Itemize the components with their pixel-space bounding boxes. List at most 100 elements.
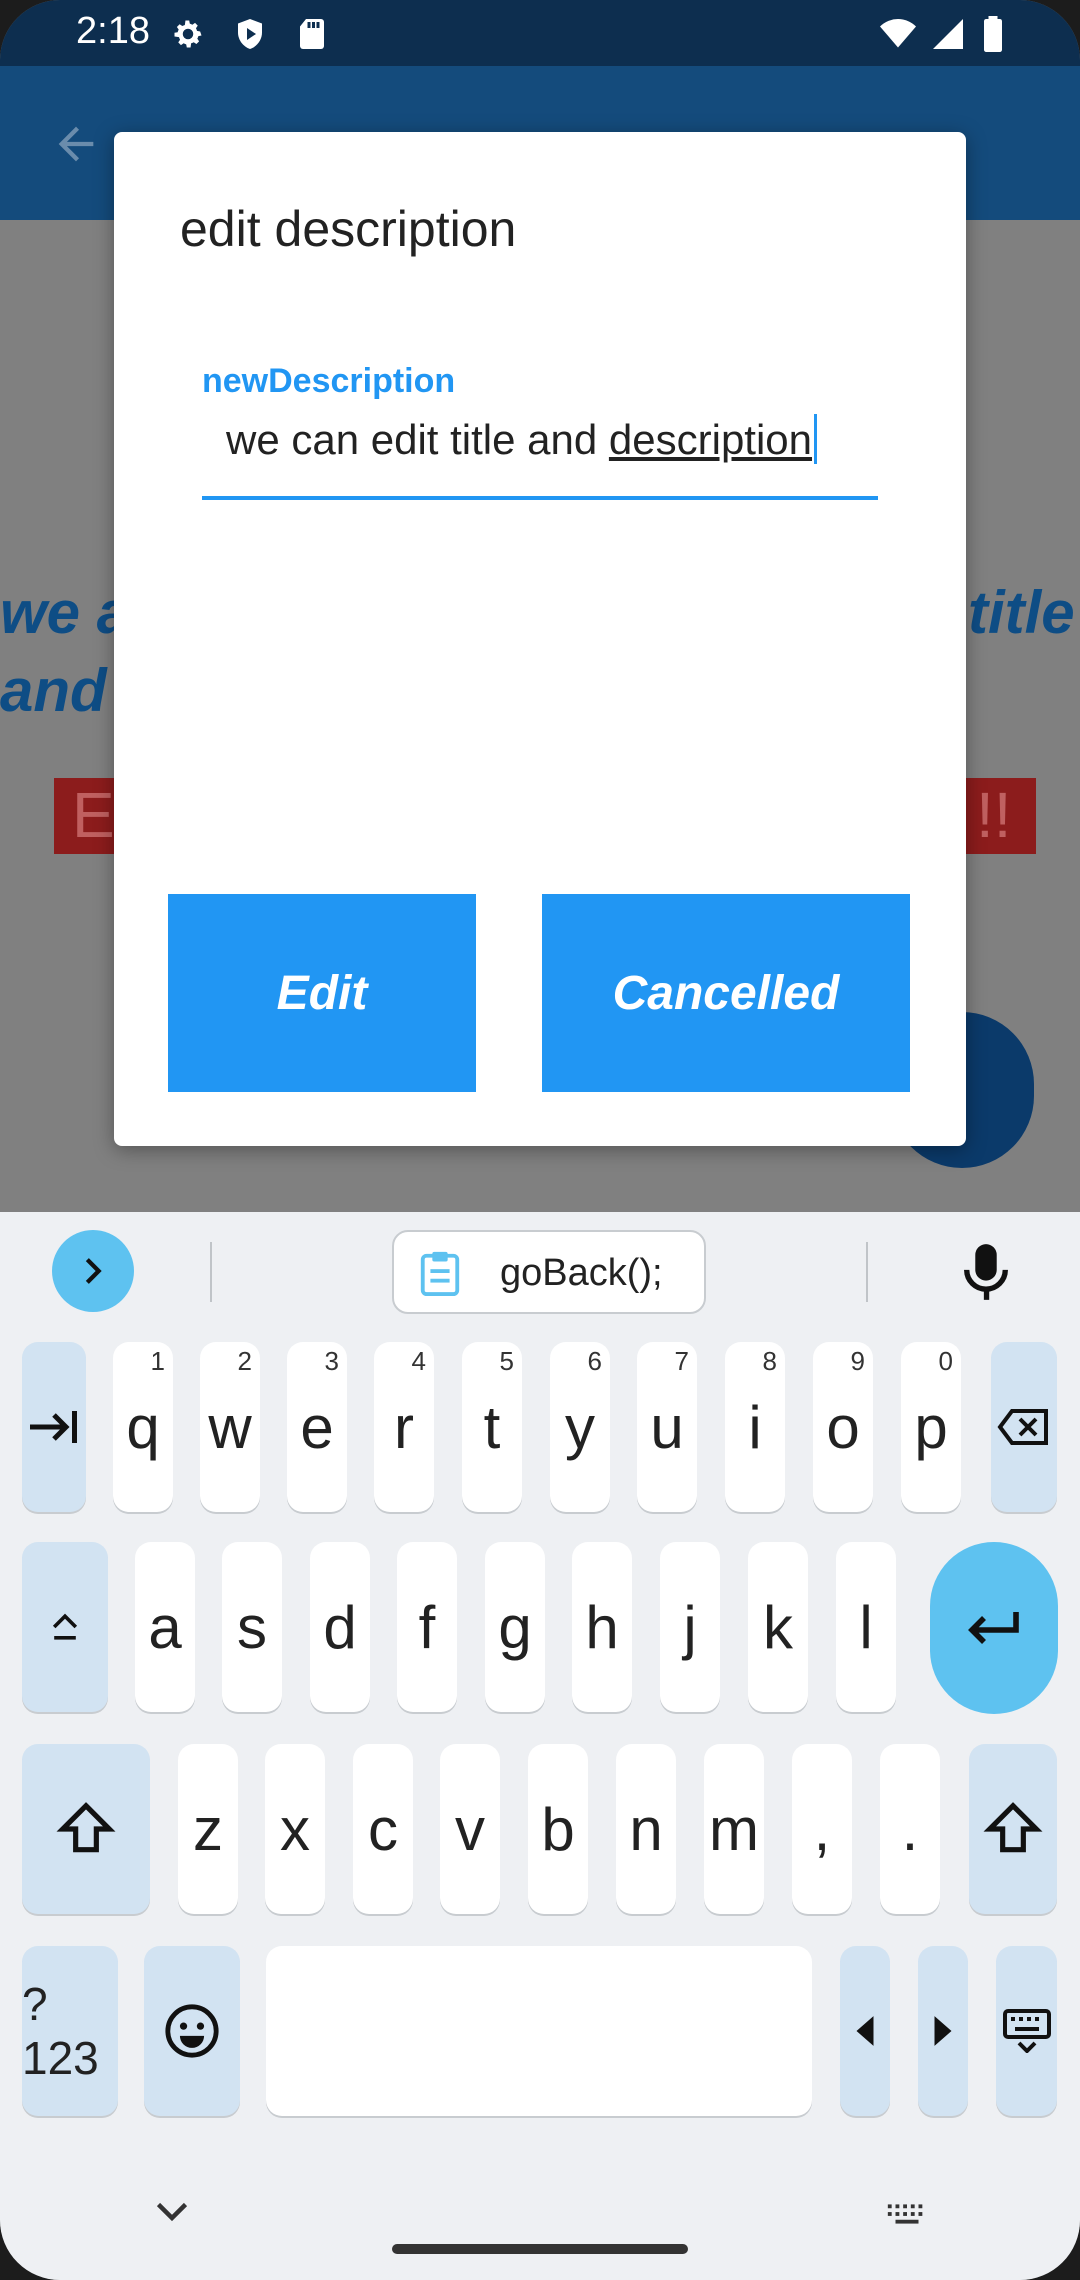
key-label: p <box>914 1393 948 1461</box>
enter-key[interactable] <box>930 1542 1058 1714</box>
edit-description-dialog: edit description newDescription we can e… <box>114 132 966 1146</box>
key-e[interactable]: e3 <box>287 1342 347 1512</box>
triangle-left-icon <box>856 2016 874 2046</box>
key-d[interactable]: d <box>310 1542 370 1712</box>
key-r[interactable]: r4 <box>374 1342 434 1512</box>
backspace-key[interactable] <box>991 1342 1057 1512</box>
key-label: y <box>565 1393 595 1461</box>
expand-toolbar-button[interactable] <box>52 1230 134 1312</box>
key-hint: 0 <box>938 1346 953 1376</box>
clipboard-icon <box>420 1251 460 1296</box>
chevron-right-icon <box>85 1258 102 1284</box>
key-hint: 9 <box>850 1346 865 1376</box>
key-label: e <box>300 1393 334 1461</box>
background-title-left: we a <box>0 579 131 646</box>
hide-keyboard-key[interactable] <box>996 1946 1057 2116</box>
key-label: o <box>826 1393 860 1461</box>
phone-screen: 2:18 we a title and E !! edit descriptio… <box>0 0 1080 2280</box>
suggestion-divider <box>210 1242 212 1302</box>
emoji-icon <box>165 2004 219 2058</box>
key-x[interactable]: x <box>265 1744 325 1914</box>
back-arrow-icon[interactable] <box>50 118 102 170</box>
key-hint: 8 <box>762 1346 777 1376</box>
shift-key-right[interactable] <box>969 1744 1057 1914</box>
key-hint: 1 <box>150 1346 165 1376</box>
key-w[interactable]: w2 <box>200 1342 260 1512</box>
key-u[interactable]: u7 <box>637 1342 697 1512</box>
shield-play-icon <box>238 19 262 49</box>
clipboard-text: goBack(); <box>500 1252 663 1294</box>
key-o[interactable]: o9 <box>813 1342 873 1512</box>
microphone-icon[interactable] <box>960 1242 1012 1302</box>
key-hint: 3 <box>324 1346 339 1376</box>
enter-icon <box>968 1612 1019 1644</box>
wifi-icon <box>880 19 916 48</box>
chevron-down-icon[interactable] <box>154 2200 190 2224</box>
key-v[interactable]: v <box>440 1744 500 1914</box>
key-n[interactable]: n <box>616 1744 676 1914</box>
key-hint: 7 <box>674 1346 689 1376</box>
emoji-key[interactable] <box>144 1946 240 2116</box>
keyboard-switch-icon[interactable] <box>884 2200 930 2228</box>
edit-button[interactable]: Edit <box>168 894 476 1092</box>
settings-icon <box>174 20 202 48</box>
key-m[interactable]: m <box>704 1744 764 1914</box>
tab-icon <box>30 1411 77 1443</box>
key-label: r <box>394 1393 414 1461</box>
key-q[interactable]: q1 <box>113 1342 173 1512</box>
description-input[interactable]: we can edit title and description <box>226 414 818 464</box>
key-c[interactable]: c <box>353 1744 413 1914</box>
key-p[interactable]: p0 <box>901 1342 961 1512</box>
key-label: i <box>748 1393 762 1461</box>
key-y[interactable]: y6 <box>550 1342 610 1512</box>
key-a[interactable]: a <box>135 1542 195 1712</box>
caps-lock-key[interactable] <box>22 1542 108 1712</box>
key-t[interactable]: t5 <box>462 1342 522 1512</box>
suggestion-divider <box>866 1242 868 1302</box>
key-hint: 4 <box>411 1346 426 1376</box>
cancelled-button[interactable]: Cancelled <box>542 894 910 1092</box>
caps-icon <box>52 1613 78 1640</box>
key-i[interactable]: i8 <box>725 1342 785 1512</box>
key-s[interactable]: s <box>222 1542 282 1712</box>
key-label: w <box>208 1393 252 1461</box>
backspace-icon <box>997 1409 1048 1445</box>
sd-card-icon <box>300 19 324 49</box>
tab-key[interactable] <box>22 1342 86 1512</box>
symbols-key[interactable]: ?123 <box>22 1946 118 2116</box>
input-underline <box>202 496 878 500</box>
dialog-title: edit description <box>180 201 517 257</box>
background-title-line2: and <box>0 657 107 724</box>
key-k[interactable]: k <box>748 1542 808 1712</box>
shift-icon <box>56 1802 116 1853</box>
key-period[interactable]: . <box>880 1744 940 1914</box>
key-hint: 6 <box>587 1346 602 1376</box>
background-title-right: title <box>968 579 1075 646</box>
key-j[interactable]: j <box>660 1542 720 1712</box>
key-l[interactable]: l <box>836 1542 896 1712</box>
input-text-composing: description <box>608 416 813 463</box>
key-hint: 2 <box>237 1346 252 1376</box>
background-red-label-right: !! <box>966 778 1036 854</box>
shift-icon <box>983 1802 1043 1853</box>
cursor-right-key[interactable] <box>918 1946 968 2116</box>
shift-key-left[interactable] <box>22 1744 150 1914</box>
key-label: t <box>483 1393 501 1461</box>
soft-keyboard: goBack(); q1 w2 e3 r4 t5 y6 u7 i8 o9 p0 … <box>0 1212 1080 2280</box>
input-text: we can edit title and <box>226 416 609 463</box>
clipboard-suggestion-chip[interactable]: goBack(); <box>392 1230 706 1314</box>
cursor-left-key[interactable] <box>840 1946 890 2116</box>
field-label: newDescription <box>202 362 456 400</box>
home-gesture-handle[interactable] <box>392 2244 688 2254</box>
key-z[interactable]: z <box>178 1744 238 1914</box>
key-b[interactable]: b <box>528 1744 588 1914</box>
space-bar[interactable] <box>266 1946 812 2116</box>
key-comma[interactable]: , <box>792 1744 852 1914</box>
key-label: u <box>650 1393 684 1461</box>
triangle-right-icon <box>934 2016 952 2046</box>
key-h[interactable]: h <box>572 1542 632 1712</box>
key-g[interactable]: g <box>485 1542 545 1712</box>
text-cursor <box>814 414 818 464</box>
key-f[interactable]: f <box>397 1542 457 1712</box>
cell-signal-icon <box>933 19 963 49</box>
